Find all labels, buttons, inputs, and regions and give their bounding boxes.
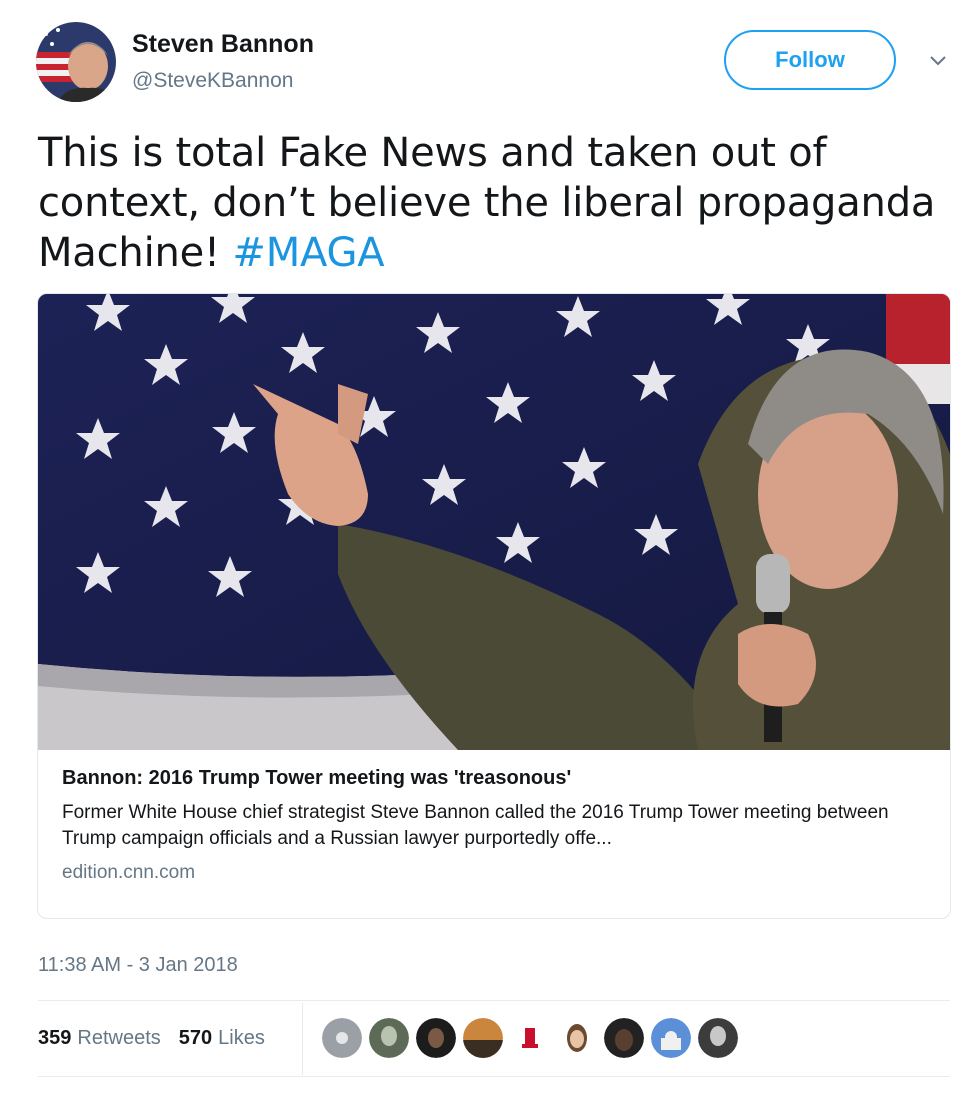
liker-avatar[interactable] — [322, 1018, 362, 1058]
tweet-text: This is total Fake News and taken out of… — [38, 128, 948, 278]
user-handle[interactable]: @SteveKBannon — [132, 69, 293, 93]
liker-avatar[interactable] — [698, 1018, 738, 1058]
liker-avatar[interactable] — [463, 1018, 503, 1058]
stats-separator — [302, 1003, 303, 1075]
card-image — [38, 294, 950, 750]
liker-avatar[interactable] — [416, 1018, 456, 1058]
retweets-count: 359 — [38, 1026, 72, 1049]
retweets-label: Retweets — [77, 1026, 161, 1049]
liker-avatar[interactable] — [557, 1018, 597, 1058]
avatar[interactable] — [36, 22, 116, 102]
divider — [38, 1000, 950, 1001]
user-name[interactable]: Steven Bannon — [132, 30, 314, 59]
tweet-body: This is total Fake News and taken out of… — [38, 130, 936, 276]
link-card[interactable]: Bannon: 2016 Trump Tower meeting was 'tr… — [37, 293, 951, 919]
card-description: Former White House chief strategist Stev… — [62, 802, 889, 849]
liker-avatar[interactable] — [510, 1018, 550, 1058]
likes-stat[interactable]: 570 Likes — [179, 1027, 265, 1050]
liker-avatars — [322, 1018, 745, 1058]
follow-button[interactable]: Follow — [724, 30, 896, 90]
liker-avatar[interactable] — [604, 1018, 644, 1058]
card-title[interactable]: Bannon: 2016 Trump Tower meeting was 'tr… — [62, 764, 932, 792]
tweet-timestamp[interactable]: 11:38 AM - 3 Jan 2018 — [38, 954, 238, 977]
tweet-header: Steven Bannon @SteveKBannon Follow — [36, 22, 960, 102]
likes-count: 570 — [178, 1026, 213, 1049]
card-domain: edition.cnn.com — [62, 862, 196, 883]
card-body: Bannon: 2016 Trump Tower meeting was 'tr… — [62, 764, 932, 884]
tweet-stats: 359 Retweets 570 Likes — [38, 1015, 283, 1061]
hashtag-link[interactable]: #MAGA — [232, 230, 384, 276]
liker-avatar[interactable] — [369, 1018, 409, 1058]
likes-label: Likes — [218, 1026, 265, 1049]
retweets-stat[interactable]: 359 Retweets — [38, 1027, 161, 1050]
divider — [38, 1076, 950, 1077]
chevron-down-icon[interactable] — [926, 48, 950, 72]
liker-avatar[interactable] — [651, 1018, 691, 1058]
